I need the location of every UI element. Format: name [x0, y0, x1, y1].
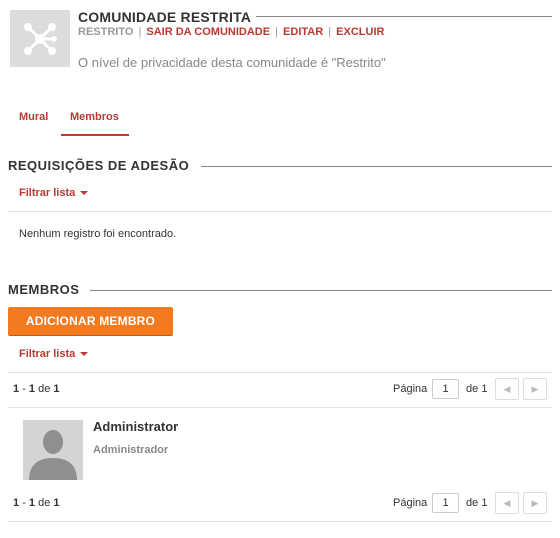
action-separator: | — [275, 26, 278, 38]
community-description: O nível de privacidade desta comunidade … — [78, 55, 386, 70]
caret-down-icon — [80, 191, 89, 196]
page-label: Página — [393, 383, 428, 395]
members-section-divider — [90, 290, 552, 291]
community-image — [10, 10, 70, 67]
chevron-left-icon: ◀ — [503, 383, 511, 394]
previous-page-button[interactable]: ◀ — [495, 378, 519, 400]
member-name[interactable]: Administrator — [93, 419, 178, 434]
add-member-button[interactable]: ADICIONAR MEMBRO — [8, 307, 173, 335]
delete-community-link[interactable]: EXCLUIR — [336, 26, 384, 38]
page-total: de 1 — [466, 383, 488, 395]
filter-label: Filtrar lista — [19, 187, 76, 199]
next-page-button[interactable]: ▶ — [523, 492, 547, 514]
members-section-title: MEMBROS — [8, 282, 80, 297]
leave-community-link[interactable]: SAIR DA COMUNIDADE — [146, 26, 270, 38]
member-role: Administrador — [93, 444, 169, 456]
title-divider — [256, 16, 552, 17]
network-icon — [24, 22, 57, 55]
edit-community-link[interactable]: EDITAR — [283, 26, 323, 38]
page-number-input[interactable] — [432, 493, 459, 513]
user-silhouette-icon — [29, 430, 77, 480]
pagination-bottom-divider — [8, 521, 552, 522]
requests-section-divider — [201, 166, 552, 167]
pagination-top-divider — [8, 372, 552, 373]
action-separator: | — [138, 26, 142, 38]
previous-page-button[interactable]: ◀ — [495, 492, 519, 514]
page-number-input[interactable] — [432, 379, 459, 399]
avatar[interactable] — [23, 420, 83, 480]
privacy-label: RESTRITO — [78, 26, 134, 38]
results-range: 1 - 1 de 1 — [13, 497, 60, 509]
results-range: 1 - 1 de 1 — [13, 383, 60, 395]
chevron-left-icon: ◀ — [503, 497, 511, 508]
community-actions: RESTRITO | SAIR DA COMUNIDADE | EDITAR |… — [78, 26, 384, 38]
requests-section-title: REQUISIÇÕES DE ADESÃO — [8, 158, 190, 173]
active-tab-indicator — [61, 134, 129, 136]
chevron-right-icon: ▶ — [531, 383, 539, 394]
requests-divider — [8, 211, 552, 212]
filter-label: Filtrar lista — [19, 348, 76, 360]
next-page-button[interactable]: ▶ — [523, 378, 547, 400]
members-filter-dropdown[interactable]: Filtrar lista — [19, 348, 89, 360]
action-separator: | — [328, 26, 332, 38]
pagination-divider — [8, 407, 552, 408]
empty-message: Nenhum registro foi encontrado. — [19, 228, 177, 240]
community-title: COMUNIDADE RESTRITA — [78, 9, 252, 25]
caret-down-icon — [80, 352, 89, 357]
tab-mural[interactable]: Mural — [19, 111, 48, 123]
tab-membros[interactable]: Membros — [70, 111, 119, 123]
chevron-right-icon: ▶ — [531, 497, 539, 508]
requests-filter-dropdown[interactable]: Filtrar lista — [19, 187, 89, 199]
page-total: de 1 — [466, 497, 488, 509]
page-label: Página — [393, 497, 428, 509]
